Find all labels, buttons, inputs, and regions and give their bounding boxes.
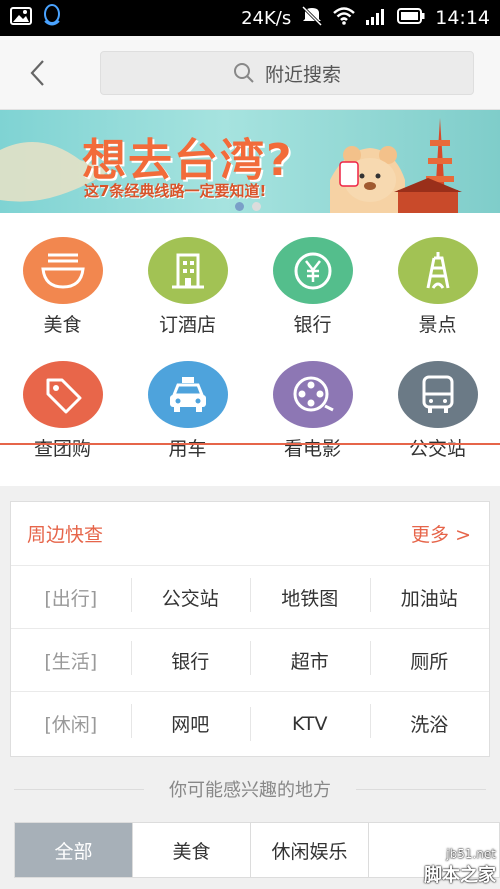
interest-section-title: 你可能感兴趣的地方 — [0, 772, 500, 806]
mute-icon — [301, 5, 323, 31]
banner-title: 想去台湾? — [82, 135, 294, 186]
clock: 14:14 — [435, 7, 490, 29]
qq-icon — [42, 4, 62, 32]
tower-icon — [397, 237, 478, 304]
banner-subtitle: 这7条经典线路一定要知道! — [84, 182, 267, 200]
quick-item[interactable]: 超市 — [250, 640, 370, 675]
quick-item[interactable]: 地铁图 — [250, 577, 370, 612]
pager-dot — [252, 202, 261, 211]
gallery-icon — [10, 7, 32, 29]
category-food[interactable]: 美食 — [0, 213, 125, 337]
quick-item[interactable]: 洗浴 — [369, 704, 490, 738]
category-label: 用车 — [168, 438, 207, 460]
taxi-icon — [147, 361, 228, 428]
category-label: 景点 — [418, 314, 457, 336]
bowl-icon — [22, 237, 103, 304]
pager-dot-active — [235, 202, 244, 211]
top-bar: 附近搜索 — [0, 36, 500, 110]
nearby-quick-search-card: 周边快查 更多 > [出行] 公交站 地铁图 加油站 [生活] 银行 超市 厕所… — [10, 501, 490, 757]
divider — [14, 789, 144, 790]
battery-icon — [397, 7, 425, 29]
category-bank[interactable]: 银行 — [250, 213, 375, 337]
tab-leisure[interactable]: 休闲娱乐 — [251, 823, 369, 877]
back-button[interactable] — [22, 54, 52, 92]
category-label: 银行 — [293, 314, 332, 336]
quick-item[interactable]: 网吧 — [130, 704, 251, 738]
banner-pager — [235, 202, 261, 211]
category-label: 看电影 — [283, 438, 341, 460]
card-title: 周边快查 — [27, 524, 104, 546]
category-hotel[interactable]: 订酒店 — [125, 213, 250, 337]
row-category: [出行] — [44, 587, 98, 610]
quick-item[interactable]: 加油站 — [369, 577, 490, 612]
row-category: [休闲] — [44, 714, 98, 736]
quick-row-leisure: [休闲] 网吧 KTV 洗浴 — [11, 692, 489, 755]
building-icon — [147, 237, 228, 304]
status-bar: 24K/s 14:14 — [0, 0, 500, 36]
tab-all[interactable]: 全部 — [15, 823, 133, 877]
bus-icon — [397, 361, 478, 428]
divider — [356, 789, 486, 790]
quick-row-life: [生活] 银行 超市 厕所 — [11, 629, 489, 692]
search-placeholder: 附近搜索 — [264, 63, 341, 86]
quick-row-travel: [出行] 公交站 地铁图 加油站 — [11, 566, 489, 629]
category-label: 查团购 — [33, 438, 91, 460]
section-title-text: 你可能感兴趣的地方 — [157, 776, 343, 802]
category-label: 美食 — [43, 314, 82, 336]
category-label: 公交站 — [408, 438, 466, 460]
category-grid: 美食 订酒店 银行 景点 查团购 用车 看电影 公交站 — [0, 213, 500, 486]
film-reel-icon — [272, 361, 353, 428]
quick-item[interactable]: KTV — [250, 706, 370, 741]
watermark: jb51.net 脚本之家 — [424, 847, 496, 887]
search-input[interactable]: 附近搜索 — [100, 51, 474, 95]
category-scenic[interactable]: 景点 — [375, 213, 500, 337]
wifi-icon — [333, 6, 356, 30]
tab-food[interactable]: 美食 — [133, 823, 251, 877]
more-link[interactable]: 更多 > — [411, 520, 471, 547]
watermark-brand: 脚本之家 — [424, 865, 496, 886]
signal-icon — [365, 7, 387, 30]
quick-item[interactable]: 公交站 — [130, 577, 251, 612]
chevron-left-icon — [30, 60, 44, 86]
network-speed: 24K/s — [241, 7, 292, 29]
category-label: 订酒店 — [158, 314, 216, 336]
quick-item[interactable]: 银行 — [130, 640, 251, 675]
row-category: [生活] — [44, 650, 98, 673]
promo-banner[interactable]: 想去台湾? 这7条经典线路一定要知道! — [0, 110, 500, 213]
card-header: 周边快查 更多 > — [11, 502, 489, 566]
scroll-indicator-line — [0, 443, 500, 445]
tag-icon — [22, 361, 103, 428]
search-icon — [233, 63, 254, 83]
quick-item[interactable]: 厕所 — [369, 640, 490, 675]
watermark-site: jb51.net — [446, 847, 496, 861]
yen-coin-icon — [272, 237, 353, 304]
